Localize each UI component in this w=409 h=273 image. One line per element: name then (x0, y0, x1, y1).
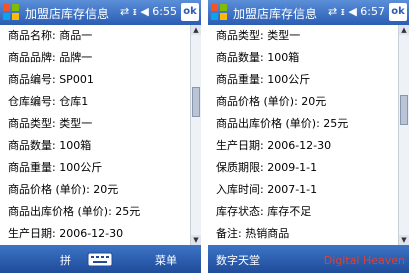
detail-row: 库存状态: 库存不足 (216, 205, 312, 218)
ok-button[interactable]: ok (181, 3, 199, 21)
detail-row: 商品品牌: 品牌一 (8, 51, 93, 64)
title-bar: 加盟店库存信息 ⇄ ᵻ ◀ 6:57 ok (208, 0, 409, 25)
bottom-menu-bar: 拼 菜单 (0, 245, 201, 273)
detail-row: 商品出库价格 (单价): 25元 (216, 117, 349, 130)
detail-row: 生产日期: 2006-12-30 (216, 139, 332, 152)
left-softkey[interactable]: 数字天堂 (216, 252, 260, 268)
detail-row: 商品类型: 类型一 (8, 117, 93, 130)
detail-row: 商品名称: 商品一 (8, 29, 93, 42)
scroll-down-arrow-icon[interactable]: ▼ (191, 235, 201, 245)
window-title: 加盟店库存信息 (233, 7, 318, 21)
detail-row: 商品重量: 100公斤 (8, 161, 103, 174)
right-device-screen: 加盟店库存信息 ⇄ ᵻ ◀ 6:57 ok 商品类型: 类型一 商品数量: 10… (208, 0, 409, 273)
detail-row: 商品数量: 100箱 (216, 51, 300, 64)
pane-divider (201, 0, 208, 273)
scroll-down-arrow-icon[interactable]: ▼ (399, 235, 409, 245)
detail-row: 备注: 热销商品 (216, 227, 290, 240)
inventory-detail-list: 商品名称: 商品一 商品品牌: 品牌一 商品编号: SP001 仓库编号: 仓库… (0, 25, 191, 245)
detail-row: 商品编号: SP001 (8, 73, 94, 86)
scroll-up-arrow-icon[interactable]: ▲ (191, 25, 201, 35)
vertical-scrollbar[interactable]: ▲ ▼ (398, 25, 409, 245)
status-icons-clock: ⇄ ᵻ ◀ 6:55 (120, 5, 177, 18)
menu-softkey[interactable]: 菜单 (155, 252, 177, 268)
digital-heaven-watermark: Digital Heaven (324, 254, 405, 267)
detail-row: 商品出库价格 (单价): 25元 (8, 205, 141, 218)
detail-row: 商品类型: 类型一 (216, 29, 301, 42)
scroll-up-arrow-icon[interactable]: ▲ (399, 25, 409, 35)
detail-row: 生产日期: 2006-12-30 (8, 227, 124, 240)
title-bar: 加盟店库存信息 ⇄ ᵻ ◀ 6:55 ok (0, 0, 201, 25)
ok-button[interactable]: ok (389, 3, 407, 21)
detail-row: 商品价格 (单价): 20元 (216, 95, 327, 108)
detail-row: 入库时间: 2007-1-1 (216, 183, 318, 196)
left-device-screen: 加盟店库存信息 ⇄ ᵻ ◀ 6:55 ok 商品名称: 商品一 商品品牌: 品牌… (0, 0, 201, 273)
status-icons-clock: ⇄ ᵻ ◀ 6:57 (328, 5, 385, 18)
detail-row: 商品重量: 100公斤 (216, 73, 311, 86)
start-menu-icon[interactable] (3, 4, 20, 21)
vertical-scrollbar[interactable]: ▲ ▼ (190, 25, 201, 245)
scrollbar-thumb[interactable] (192, 87, 200, 117)
detail-row: 仓库编号: 仓库1 (8, 95, 89, 108)
scrollbar-thumb[interactable] (400, 95, 408, 125)
watermark-text: Digital Heaven (323, 254, 405, 267)
detail-row: 商品价格 (单价): 20元 (8, 183, 119, 196)
left-softkey[interactable]: 拼 (60, 252, 71, 268)
detail-row: 商品数量: 100箱 (8, 139, 92, 152)
keyboard-icon[interactable] (86, 249, 114, 269)
start-menu-icon[interactable] (211, 4, 228, 21)
detail-row: 保质期限: 2009-1-1 (216, 161, 318, 174)
inventory-detail-list: 商品类型: 类型一 商品数量: 100箱 商品重量: 100公斤 商品价格 (单… (208, 25, 399, 245)
window-title: 加盟店库存信息 (25, 7, 110, 21)
